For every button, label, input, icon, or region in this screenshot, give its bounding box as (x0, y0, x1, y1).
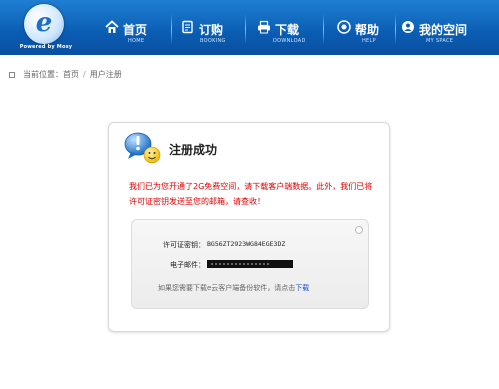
registration-success-card: 注册成功 我们已为您开通了2G免费空间，请下载客户端数据。此外，我们已将许可证密… (108, 122, 390, 332)
nav-label-help: 帮助 (355, 23, 380, 37)
logo-tagline: Powered by Mosy (19, 44, 73, 50)
download-hint: 如果您需要下载e云客户端备份软件，请点击下载 (158, 283, 309, 293)
radio-button[interactable] (355, 226, 363, 234)
email-label: 电子邮件： (170, 261, 205, 269)
nav-sub-booking: BOOKING (200, 38, 226, 44)
nav-label-download: 下载 (275, 23, 300, 37)
success-message: 我们已为您开通了2G免费空间，请下载客户端数据。此外，我们已将许可证密钥发送至您… (129, 182, 373, 206)
nav-sub-help: HELP (362, 38, 376, 44)
home-icon (105, 20, 119, 33)
email-value-redacted (207, 260, 293, 268)
printer-icon (258, 20, 270, 34)
nav-divider (323, 14, 324, 44)
nav-label-my-space: 我的空间 (419, 23, 468, 37)
nav-item-download[interactable]: 下载 DOWNLOAD (257, 0, 319, 55)
breadcrumb-separator: / (83, 70, 86, 79)
nav-divider (245, 14, 246, 44)
nav-item-booking[interactable]: 订购 BOOKING (181, 0, 243, 55)
license-info-box: 许可证密钥： BG56ZT2923WG84EGE3DZ 电子邮件： 如果您需要下… (131, 219, 369, 309)
breadcrumb-prefix: 当前位置： (23, 70, 63, 79)
logo-letter: e (35, 8, 53, 38)
user-space-icon (402, 21, 414, 33)
nav-sub-home: HOME (128, 38, 145, 44)
nav-sub-my-space: MY SPACE (426, 38, 454, 44)
success-title: 注册成功 (169, 143, 218, 157)
download-hint-text: 如果您需要下载e云客户端备份软件，请点击 (158, 284, 296, 292)
top-header: e Powered by Mosy 首页 HOME 订购 BOOKING 下载 … (0, 0, 499, 55)
breadcrumb-bullet-icon (9, 71, 15, 78)
nav-divider (395, 14, 396, 44)
logo-badge-icon: e (24, 4, 64, 44)
nav-label-booking: 订购 (199, 23, 224, 37)
help-icon (337, 20, 351, 34)
license-key-label: 许可证密钥： (163, 241, 205, 249)
nav-sub-download: DOWNLOAD (273, 38, 306, 44)
nav-item-my-space[interactable]: 我的空间 MY SPACE (401, 0, 497, 55)
license-key-value: BG56ZT2923WG84EGE3DZ (207, 240, 286, 248)
nav-label-home: 首页 (123, 23, 148, 37)
nav-item-home[interactable]: 首页 HOME (105, 0, 167, 55)
info-smiley-icon (124, 132, 161, 164)
download-link[interactable]: 下载 (295, 284, 309, 292)
breadcrumb-current: 用户注册 (89, 70, 122, 79)
nav-item-help[interactable]: 帮助 HELP (337, 0, 393, 55)
logo[interactable]: e Powered by Mosy (2, 2, 88, 54)
booking-icon (182, 20, 193, 34)
breadcrumb-home-link[interactable]: 首页 (63, 70, 79, 79)
nav-divider (171, 14, 172, 44)
breadcrumb: 当前位置：首页 / 用户注册 (9, 69, 122, 80)
